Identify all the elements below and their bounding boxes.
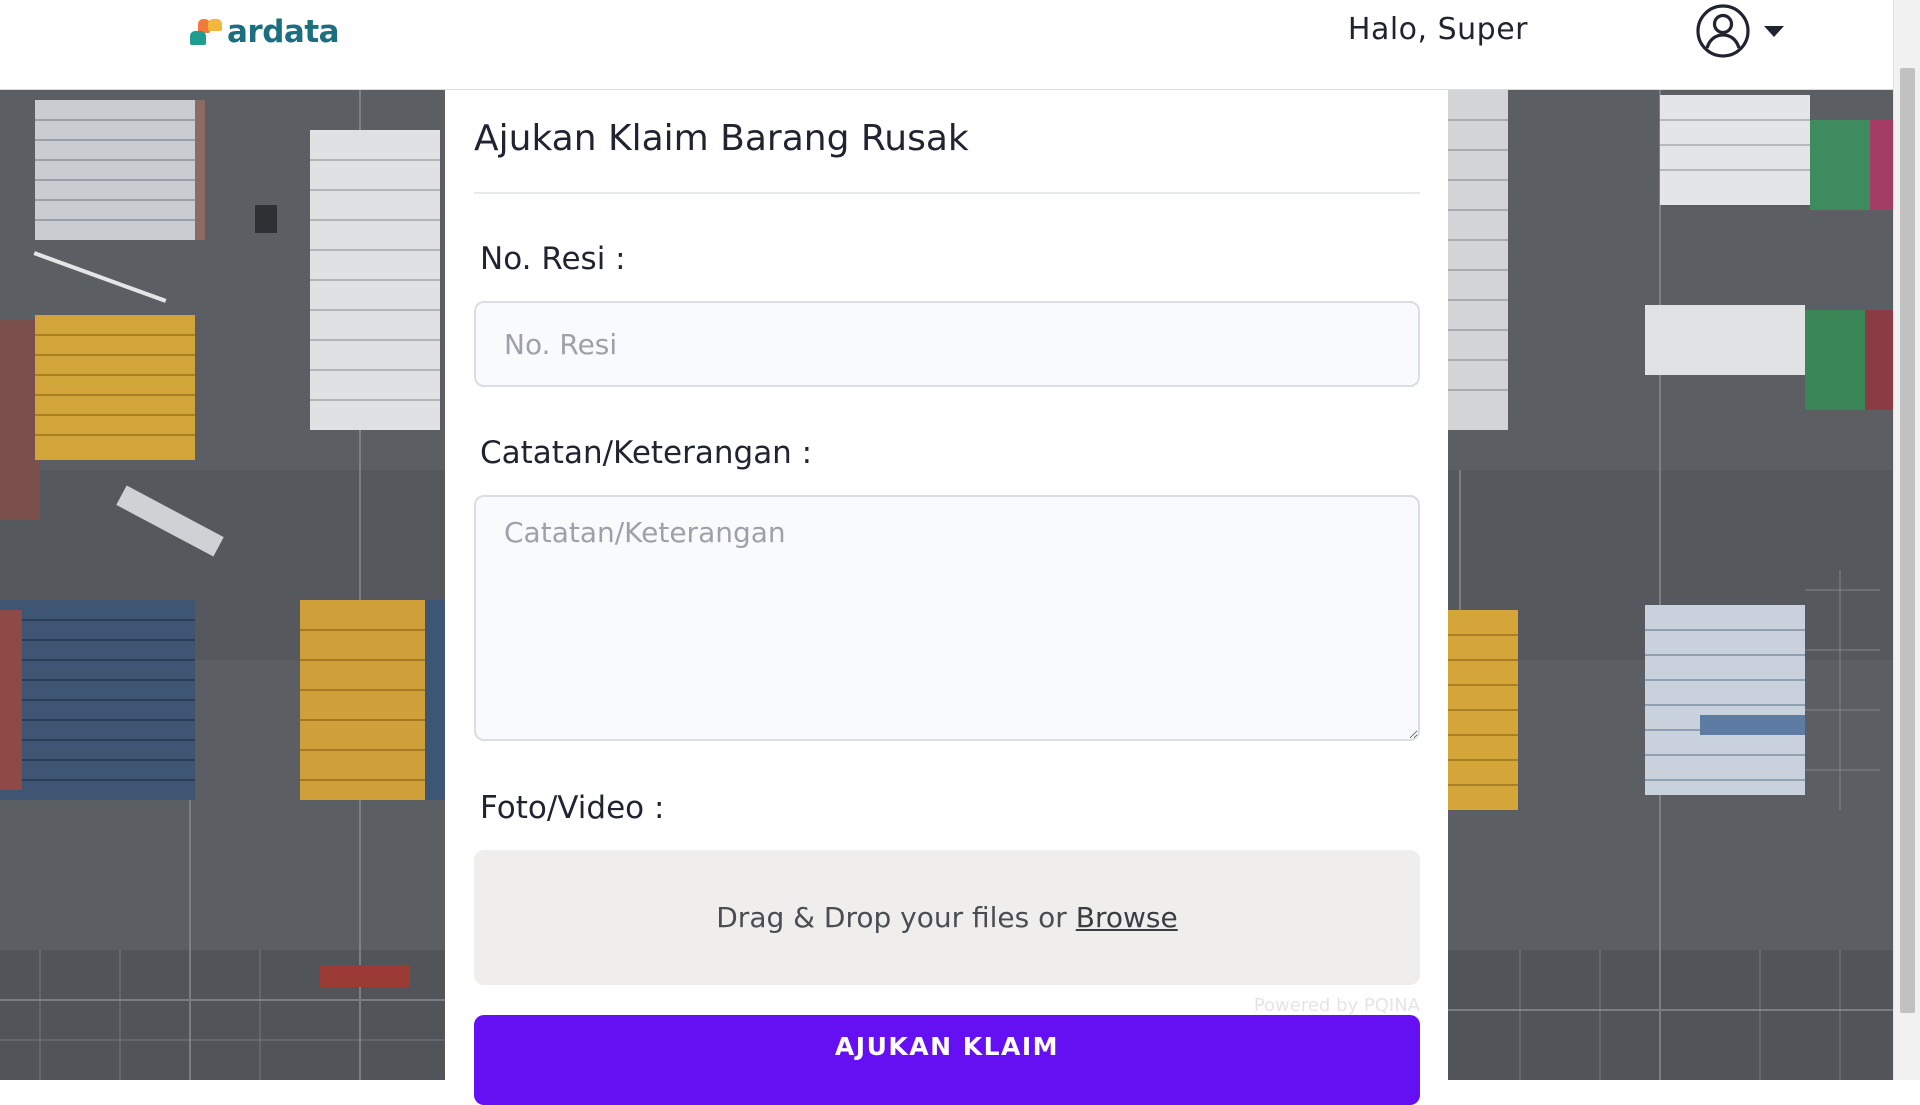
brand-logo[interactable]: ardata: [190, 12, 340, 52]
powered-by-credit[interactable]: Powered by PQINA: [1254, 995, 1420, 1016]
user-circle-icon: [1695, 3, 1751, 59]
user-greeting: Halo, Super: [1347, 12, 1528, 47]
submit-claim-button[interactable]: AJUKAN KLAIM: [474, 1015, 1420, 1105]
page-title: Ajukan Klaim Barang Rusak: [474, 118, 969, 159]
resi-input[interactable]: [474, 301, 1420, 387]
user-menu-button[interactable]: [1695, 2, 1797, 60]
resi-label: No. Resi :: [480, 241, 626, 277]
page-scrollbar[interactable]: [1893, 0, 1920, 1080]
file-dropzone[interactable]: Drag & Drop your files or Browse: [474, 850, 1420, 985]
top-navbar: ardata Halo, Super: [0, 0, 1893, 90]
logo-icon: [190, 17, 226, 47]
notes-label: Catatan/Keterangan :: [480, 435, 813, 471]
claim-form-card: Ajukan Klaim Barang Rusak No. Resi : Cat…: [445, 90, 1448, 1105]
caret-down-icon: [1763, 24, 1785, 38]
media-label: Foto/Video :: [480, 790, 665, 826]
browse-link[interactable]: Browse: [1076, 901, 1178, 934]
notes-textarea[interactable]: [474, 495, 1420, 741]
dropzone-text: Drag & Drop your files or: [716, 901, 1067, 934]
scrollbar-thumb[interactable]: [1900, 68, 1915, 1013]
title-divider: [474, 192, 1420, 194]
logo-text: ardata: [227, 14, 340, 50]
